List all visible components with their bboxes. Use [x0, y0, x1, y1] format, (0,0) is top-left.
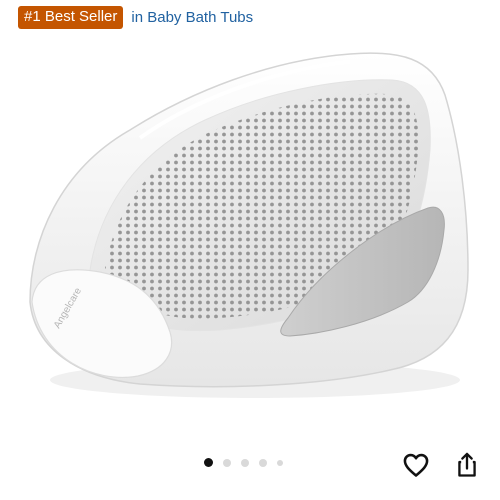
share-icon[interactable] [453, 451, 481, 479]
carousel-dot-5[interactable] [277, 459, 283, 466]
carousel-dot-1[interactable] [204, 458, 213, 467]
carousel-dot-4[interactable] [259, 458, 267, 467]
carousel-dot-2[interactable] [223, 458, 231, 467]
image-carousel-pager[interactable] [204, 458, 283, 467]
category-link[interactable]: in Baby Bath Tubs [131, 9, 253, 27]
heart-icon[interactable] [402, 451, 430, 479]
product-image[interactable]: Angelcare [20, 40, 480, 410]
bath-seat-illustration [29, 52, 469, 398]
carousel-dot-3[interactable] [241, 458, 249, 467]
best-seller-row: #1 Best Seller in Baby Bath Tubs [18, 6, 253, 29]
best-seller-badge[interactable]: #1 Best Seller [18, 6, 124, 29]
